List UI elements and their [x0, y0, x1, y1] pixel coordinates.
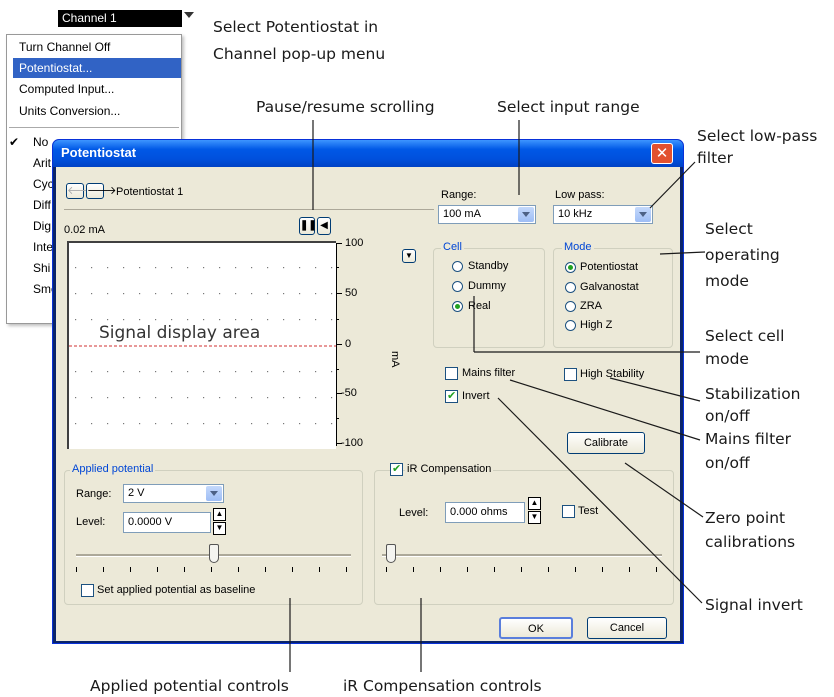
- annotation-leader-lines: [289, 120, 706, 672]
